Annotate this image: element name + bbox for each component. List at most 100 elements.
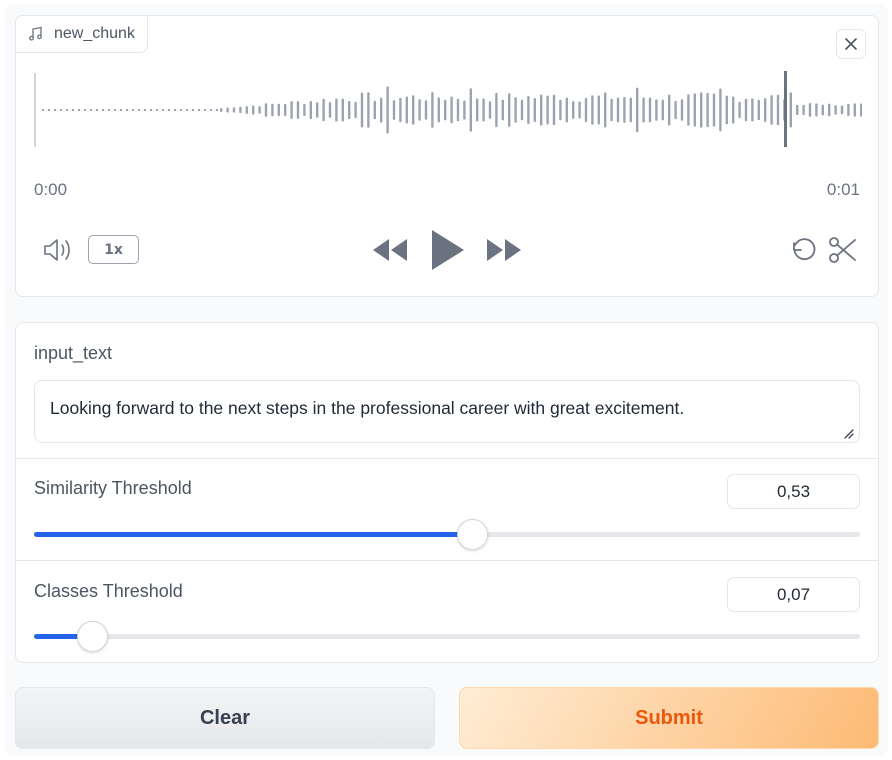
waveform-bar xyxy=(431,92,434,128)
clear-button[interactable]: Clear xyxy=(15,687,435,749)
waveform-bar xyxy=(463,100,466,120)
rewind-icon[interactable] xyxy=(372,235,408,265)
waveform-bar xyxy=(303,104,306,116)
similarity-threshold-input[interactable] xyxy=(727,474,860,509)
waveform-bar xyxy=(210,109,212,111)
waveform-bar xyxy=(674,100,677,120)
submit-button[interactable]: Submit xyxy=(459,687,879,749)
waveform-bar xyxy=(623,97,626,123)
waveform-bar xyxy=(444,99,447,121)
waveform-bar xyxy=(367,92,370,128)
waveform-bar xyxy=(853,103,856,117)
waveform-bar xyxy=(495,92,498,128)
similarity-threshold-slider[interactable] xyxy=(34,519,860,550)
waveform-bar xyxy=(764,98,767,122)
waveform-bar xyxy=(476,98,479,122)
waveform-bar xyxy=(572,101,575,119)
volume-icon[interactable] xyxy=(42,235,74,265)
waveform-bar xyxy=(680,99,684,121)
classes-threshold-label: Classes Threshold xyxy=(34,581,183,601)
waveform-bar xyxy=(348,100,351,120)
waveform-bar xyxy=(488,101,492,119)
waveform-bar xyxy=(290,101,293,119)
waveform-bar xyxy=(520,99,524,121)
waveform-bar xyxy=(168,109,170,111)
waveform-bar xyxy=(789,92,792,128)
waveform-bar xyxy=(482,98,485,122)
waveform-start-marker xyxy=(34,73,36,147)
waveform-bar xyxy=(48,109,50,111)
waveform-bar xyxy=(186,109,188,111)
waveform-bar xyxy=(604,92,607,128)
waveform-bar xyxy=(668,94,671,126)
waveform-bar xyxy=(834,105,837,115)
waveform-bar xyxy=(192,109,194,111)
waveform-bar xyxy=(642,97,645,123)
divider xyxy=(16,458,878,459)
scissors-icon[interactable] xyxy=(828,234,858,266)
waveform-bar xyxy=(264,103,268,117)
waveform-bar xyxy=(751,98,754,122)
close-button[interactable] xyxy=(836,29,866,59)
waveform-bar xyxy=(514,97,517,123)
waveform-bar xyxy=(392,100,396,120)
waveform-bar xyxy=(174,109,176,111)
divider xyxy=(16,560,878,561)
waveform-bar xyxy=(501,99,504,121)
playback-rate-button[interactable]: 1x xyxy=(88,235,139,264)
input-text-field[interactable] xyxy=(34,380,860,443)
waveform-bar xyxy=(744,98,748,122)
waveform-playhead[interactable] xyxy=(784,71,787,147)
waveform-bar xyxy=(150,109,152,111)
waveform-bar xyxy=(636,87,639,133)
waveform-bar xyxy=(120,109,122,111)
waveform-bar xyxy=(776,94,780,126)
waveform-bar xyxy=(180,109,182,111)
waveform-bar xyxy=(354,101,357,119)
waveform-bar xyxy=(808,103,812,117)
waveform-bar xyxy=(418,99,421,121)
similarity-slider-fill xyxy=(34,532,472,537)
waveform-bar xyxy=(565,97,568,123)
play-icon[interactable] xyxy=(428,228,466,272)
waveform-bar xyxy=(610,98,613,122)
waveform-bar xyxy=(757,99,760,121)
waveform-bar xyxy=(245,106,248,114)
waveform-bar xyxy=(380,97,383,123)
waveform-bar xyxy=(860,103,862,117)
waveform-bar xyxy=(252,105,255,115)
waveform-bar xyxy=(578,101,581,119)
waveform-bar xyxy=(732,96,735,124)
waveform-bar xyxy=(226,107,229,113)
waveform-bar xyxy=(802,104,805,116)
audio-waveform[interactable] xyxy=(34,71,862,149)
fast-forward-icon[interactable] xyxy=(486,235,522,265)
current-time: 0:00 xyxy=(34,180,68,199)
waveform-bar xyxy=(96,109,98,111)
waveform-bar xyxy=(450,96,453,124)
waveform-bar xyxy=(840,105,844,115)
waveform-bar xyxy=(616,97,620,123)
classes-threshold-slider[interactable] xyxy=(34,621,860,652)
waveform-bar xyxy=(700,92,703,128)
duration-time: 0:01 xyxy=(826,180,860,199)
waveform-bar xyxy=(220,108,223,112)
waveform-bar xyxy=(108,109,110,111)
waveform-bar xyxy=(706,92,709,128)
resize-handle-icon[interactable] xyxy=(842,427,854,439)
waveform-bar xyxy=(316,102,319,118)
similarity-slider-thumb[interactable] xyxy=(456,519,488,550)
waveform-bar xyxy=(469,88,472,132)
undo-icon[interactable] xyxy=(788,234,820,266)
waveform-bar xyxy=(412,95,415,125)
waveform-bar xyxy=(360,92,364,128)
playback-controls: 1x xyxy=(16,228,878,272)
waveform-bar xyxy=(258,106,261,114)
waveform-bar xyxy=(335,98,338,122)
waveform-bar xyxy=(424,100,428,120)
waveform-bar xyxy=(296,101,300,119)
classes-slider-thumb[interactable] xyxy=(76,621,108,652)
waveform-bar xyxy=(138,109,140,111)
classes-threshold-input[interactable] xyxy=(727,577,860,612)
waveform-bar xyxy=(216,109,218,111)
